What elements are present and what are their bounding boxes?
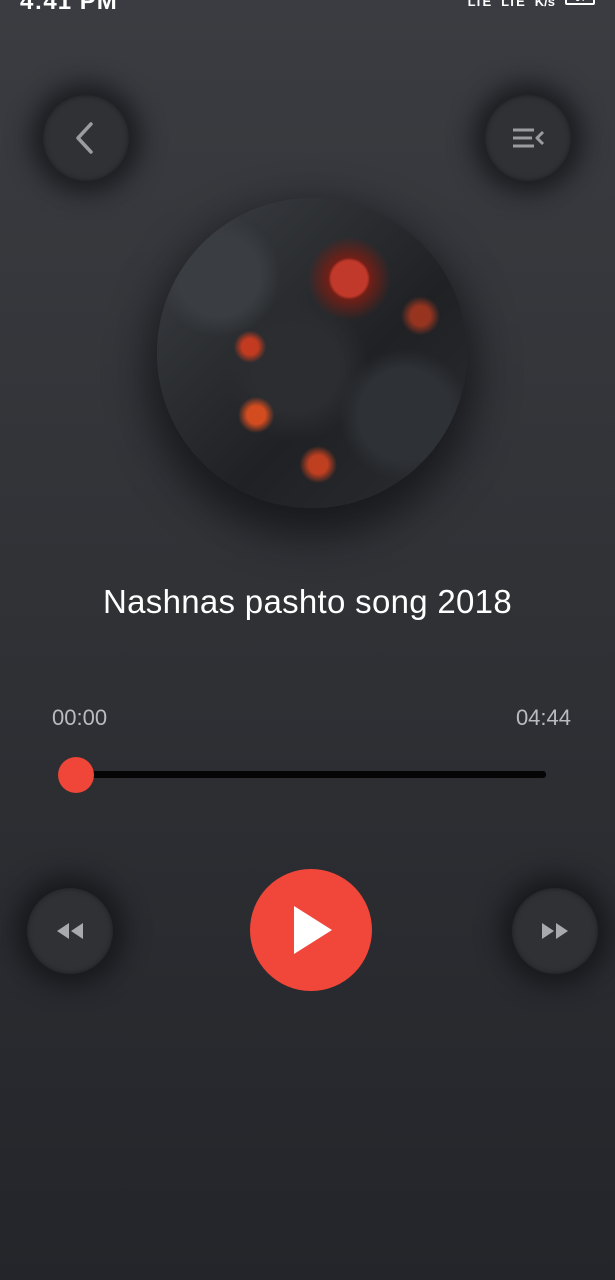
rewind-icon [57,923,83,939]
queue-button[interactable] [485,95,571,181]
battery-icon: 34 [565,0,595,5]
chevron-left-icon [76,122,93,154]
fast-forward-icon [542,923,568,939]
status-time: 4:41 PM [20,0,118,14]
speed-indicator: K/s [534,0,555,9]
rewind-button[interactable] [27,888,113,974]
seek-thumb[interactable] [58,757,94,793]
network-indicator-1: LTE [467,0,492,9]
back-button[interactable] [43,95,129,181]
seek-bar[interactable] [76,771,546,778]
status-bar: 4:41 PM LTE LTE K/s 34 [0,0,615,14]
status-indicators: LTE LTE K/s 34 [468,0,595,9]
album-art [157,198,467,508]
fast-forward-button[interactable] [512,888,598,974]
total-time: 04:44 [515,705,571,730]
play-button[interactable] [250,869,372,991]
elapsed-time: 00:00 [52,705,108,730]
network-indicator-2: LTE [501,0,525,9]
queue-list-icon [513,128,545,148]
play-icon [294,906,332,954]
song-title: Nashnas pashto song 2018 [102,583,512,620]
